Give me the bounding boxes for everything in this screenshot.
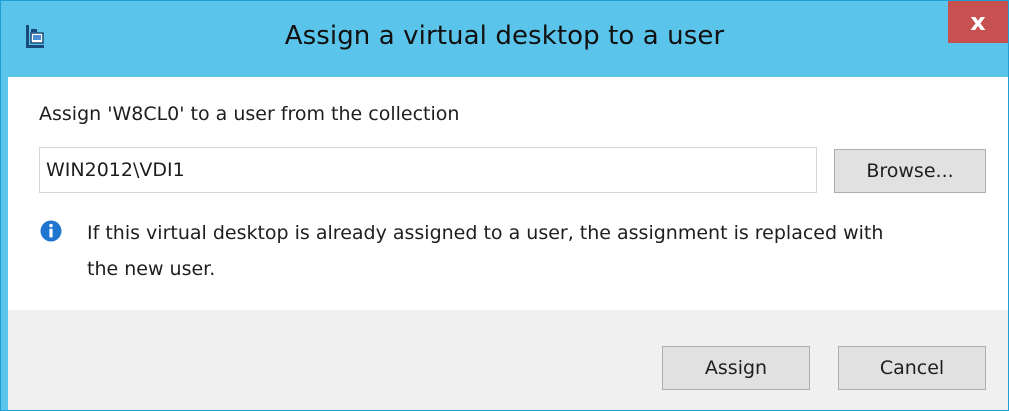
close-button[interactable]: x	[948, 1, 1008, 43]
info-message-line-2: the new user.	[87, 258, 216, 280]
dialog-window: Assign a virtual desktop to a user x Ass…	[0, 0, 1009, 411]
browse-button[interactable]: Browse...	[834, 149, 986, 193]
assign-prompt-label: Assign 'W8CL0' to a user from the collec…	[39, 103, 460, 125]
cancel-button[interactable]: Cancel	[838, 346, 986, 390]
user-name-input[interactable]	[39, 147, 817, 193]
assign-button[interactable]: Assign	[662, 346, 810, 390]
dialog-footer: Assign Cancel	[8, 310, 1008, 410]
info-icon	[40, 220, 62, 242]
info-message: If this virtual desktop is already assig…	[87, 215, 987, 287]
dialog-client-area: Assign 'W8CL0' to a user from the collec…	[8, 77, 1008, 410]
info-message-line-1: If this virtual desktop is already assig…	[87, 222, 884, 244]
dialog-content: Assign 'W8CL0' to a user from the collec…	[8, 77, 1008, 310]
close-icon: x	[970, 8, 986, 36]
window-title: Assign a virtual desktop to a user	[284, 21, 725, 51]
title-bar[interactable]: Assign a virtual desktop to a user x	[1, 1, 1008, 77]
